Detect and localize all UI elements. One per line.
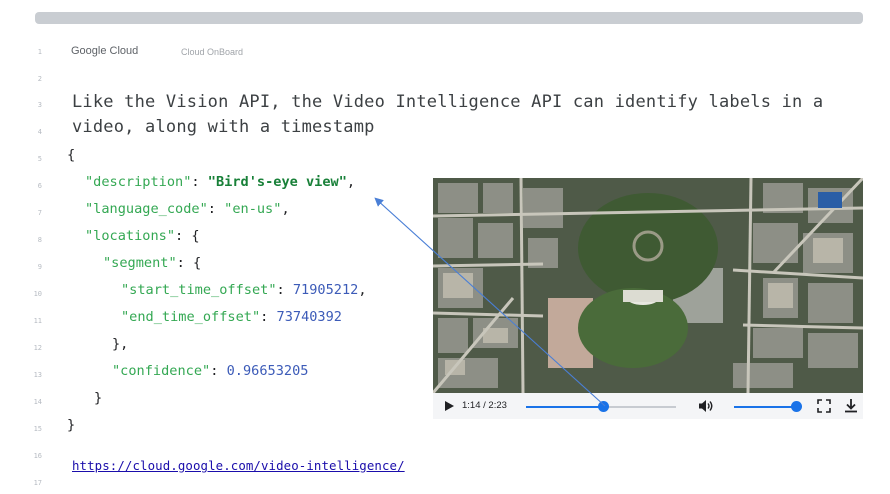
language-value: "en-us" bbox=[224, 201, 282, 217]
description-key: "description" bbox=[85, 174, 192, 190]
video-controls: 1:14 / 2:23 bbox=[433, 393, 863, 419]
volume-handle[interactable] bbox=[790, 401, 802, 412]
line-number: 4 bbox=[37, 128, 42, 136]
line-number: 3 bbox=[37, 101, 42, 109]
line-number: 1 bbox=[37, 48, 42, 56]
end-value: 73740392 bbox=[276, 309, 342, 325]
line-number: 12 bbox=[33, 344, 42, 352]
line-number: 8 bbox=[37, 236, 42, 244]
line-number: 5 bbox=[37, 155, 42, 163]
confidence-value: 0.96653205 bbox=[226, 363, 309, 379]
line-number: 14 bbox=[33, 398, 42, 406]
line-number: 6 bbox=[37, 182, 42, 190]
slide-title: Like the Vision API, the Video Intellige… bbox=[72, 92, 824, 137]
code-line-confidence: "confidence": 0.96653205 bbox=[112, 363, 309, 379]
end-key: "end_time_offset" bbox=[121, 309, 261, 325]
start-key: "start_time_offset" bbox=[121, 282, 277, 298]
code-line-segment: "segment": { bbox=[103, 255, 202, 271]
line-number: 16 bbox=[33, 452, 42, 460]
top-bar bbox=[35, 12, 863, 24]
line-number: 2 bbox=[37, 75, 42, 83]
cloud-onboard-label: Cloud OnBoard bbox=[181, 47, 244, 57]
seek-bar-played bbox=[526, 406, 604, 408]
line-number: 10 bbox=[33, 290, 42, 298]
google-cloud-logo: Google Cloud bbox=[71, 45, 139, 57]
line-number: 13 bbox=[33, 371, 42, 379]
line-number: 9 bbox=[37, 263, 42, 271]
code-line-start: "start_time_offset": 71905212, bbox=[121, 282, 367, 298]
video-time: 1:14 / 2:23 bbox=[462, 400, 507, 411]
line-number: 17 bbox=[33, 479, 42, 487]
code-line-description: "description": "Bird's-eye view", bbox=[85, 174, 356, 190]
confidence-key: "confidence" bbox=[112, 363, 211, 379]
line-number: 15 bbox=[33, 425, 42, 433]
code-line-locations: "locations": { bbox=[85, 228, 200, 244]
code-close-locations: } bbox=[94, 390, 103, 406]
video-player[interactable] bbox=[433, 178, 863, 419]
seek-handle[interactable] bbox=[598, 401, 610, 412]
video-intelligence-link[interactable]: https://cloud.google.com/video-intellige… bbox=[72, 458, 405, 473]
volume-icon[interactable] bbox=[698, 399, 714, 413]
code-open-brace: { bbox=[67, 147, 76, 163]
language-key: "language_code" bbox=[85, 201, 208, 217]
code-line-language: "language_code": "en-us", bbox=[85, 201, 290, 217]
locations-key: "locations" bbox=[85, 228, 176, 244]
code-line-end: "end_time_offset": 73740392 bbox=[121, 309, 342, 325]
code-close-segment: }, bbox=[112, 336, 129, 352]
start-value: 71905212 bbox=[292, 282, 359, 298]
description-value: "Bird's-eye view" bbox=[207, 174, 347, 190]
aerial-map-frame bbox=[433, 178, 863, 393]
fullscreen-icon[interactable] bbox=[817, 399, 831, 413]
line-number: 11 bbox=[33, 317, 42, 325]
play-icon[interactable] bbox=[445, 401, 454, 411]
segment-key: "segment" bbox=[103, 255, 177, 271]
line-number: 7 bbox=[37, 209, 42, 217]
code-close-root: } bbox=[67, 417, 76, 433]
download-icon[interactable] bbox=[844, 398, 858, 413]
volume-level bbox=[734, 406, 796, 408]
